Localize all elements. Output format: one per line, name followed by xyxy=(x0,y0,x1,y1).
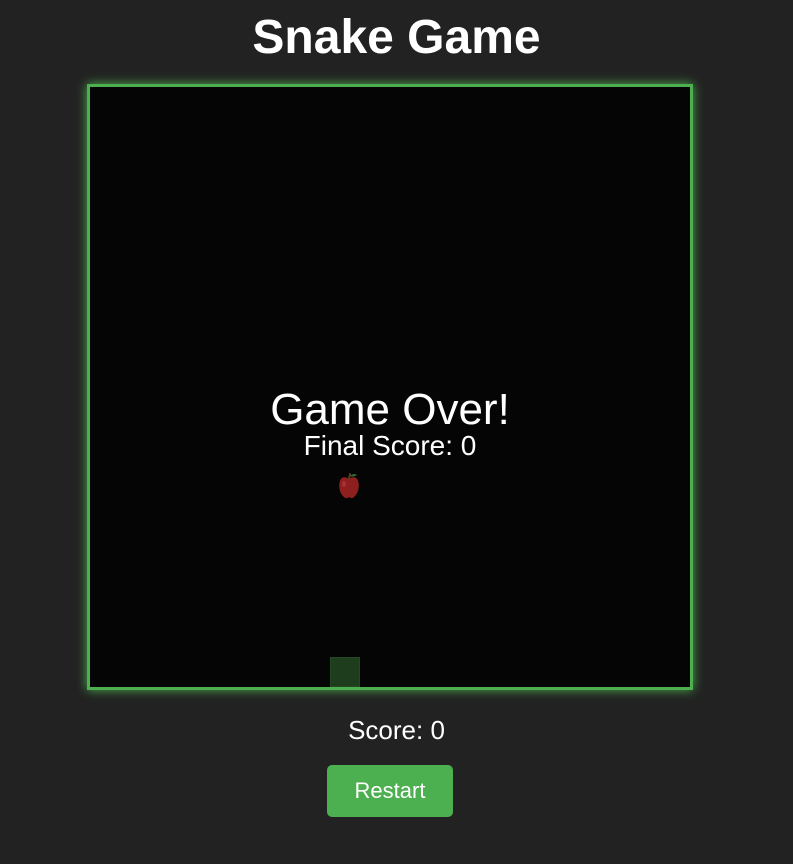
restart-button[interactable]: Restart xyxy=(327,765,453,817)
score-display: Score: 0 xyxy=(348,715,445,745)
game-over-message: Game Over! xyxy=(270,385,510,434)
final-score-message: Final Score: 0 xyxy=(303,430,477,461)
snake-segment xyxy=(330,657,360,687)
apple-icon xyxy=(339,473,359,499)
page-title: Snake Game xyxy=(252,11,541,64)
game-board[interactable]: Game Over! Final Score: 0 xyxy=(87,84,693,690)
